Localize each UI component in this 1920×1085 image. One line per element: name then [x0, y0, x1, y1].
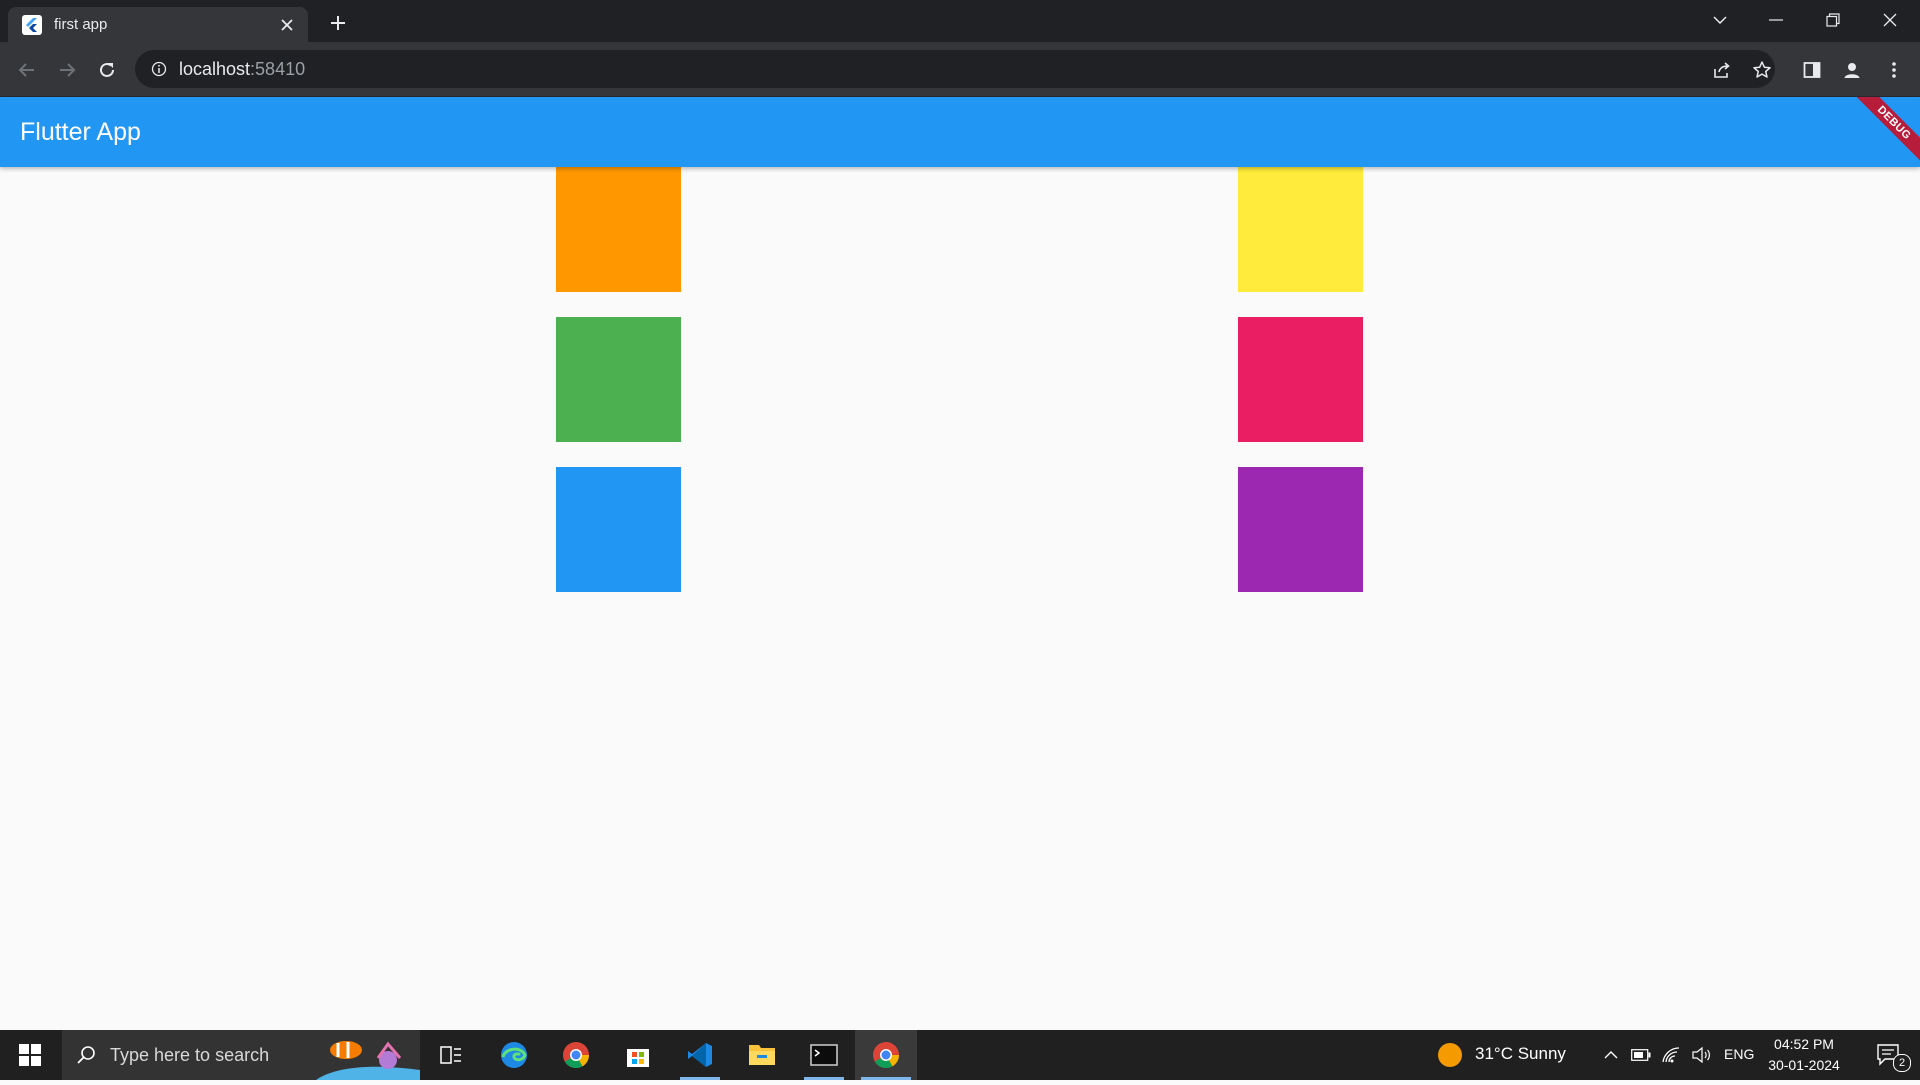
site-info-icon[interactable]: [151, 61, 167, 77]
address-bar[interactable]: localhost:58410: [135, 50, 1775, 88]
file-explorer-icon[interactable]: [736, 1030, 788, 1080]
profile-icon[interactable]: [1836, 54, 1868, 86]
app-bar: Flutter App: [0, 97, 1920, 167]
clock-time: 04:52 PM: [1774, 1036, 1834, 1052]
clock-date: 30-01-2024: [1768, 1057, 1840, 1073]
tab-search-chevron-icon[interactable]: [1692, 0, 1748, 40]
close-tab-icon[interactable]: [276, 14, 298, 36]
share-icon[interactable]: [1706, 54, 1738, 86]
task-view-icon[interactable]: [426, 1030, 476, 1080]
close-window-icon[interactable]: [1862, 0, 1918, 40]
battery-icon[interactable]: [1628, 1030, 1654, 1080]
debug-banner: DEBUG: [1850, 97, 1920, 167]
chrome-icon[interactable]: [550, 1030, 602, 1080]
side-panel-icon[interactable]: [1796, 54, 1828, 86]
terminal-icon[interactable]: [798, 1030, 850, 1080]
weather-text[interactable]: 31°C Sunny: [1475, 1044, 1566, 1064]
notification-center-icon[interactable]: 2: [1864, 1030, 1914, 1080]
blue-box: [556, 467, 681, 592]
tab-title: first app: [54, 16, 108, 33]
bookmark-star-icon[interactable]: [1746, 54, 1778, 86]
weather-sun-icon[interactable]: [1434, 1030, 1466, 1080]
edge-browser-icon[interactable]: [488, 1030, 540, 1080]
browser-tab[interactable]: first app: [8, 7, 308, 42]
taskbar-search-box[interactable]: Type here to search: [62, 1030, 420, 1080]
url-host: localhost: [179, 58, 251, 79]
pink-box: [1238, 317, 1363, 442]
notification-count-badge: 2: [1893, 1054, 1911, 1072]
windows-taskbar: Type here to search 31°C Sunny ENG 04:52…: [0, 1030, 1920, 1080]
forward-icon[interactable]: [51, 54, 83, 86]
url-port: :58410: [250, 58, 306, 79]
search-placeholder: Type here to search: [110, 1044, 270, 1065]
input-language[interactable]: ENG: [1724, 1046, 1754, 1062]
chrome-active-icon[interactable]: [855, 1030, 917, 1080]
network-icon[interactable]: [1658, 1030, 1684, 1080]
restore-icon[interactable]: [1805, 0, 1861, 40]
debug-banner-label: DEBUG: [1850, 97, 1920, 167]
new-tab-icon[interactable]: [324, 9, 352, 37]
windows-start-icon[interactable]: [0, 1030, 60, 1080]
flutter-favicon-icon: [22, 14, 42, 35]
app-title: Flutter App: [20, 117, 141, 146]
vscode-icon[interactable]: [674, 1030, 726, 1080]
search-highlight-image: [316, 1030, 420, 1080]
taskbar-clock[interactable]: 04:52 PM 30-01-2024: [1766, 1034, 1842, 1076]
show-hidden-icons-chevron-icon[interactable]: [1599, 1030, 1623, 1080]
green-box: [556, 317, 681, 442]
menu-kebab-icon[interactable]: [1878, 54, 1910, 86]
reload-icon[interactable]: [91, 54, 123, 86]
orange-box: [556, 167, 681, 292]
minimize-icon[interactable]: [1748, 0, 1804, 40]
yellow-box: [1238, 167, 1363, 292]
back-icon[interactable]: [11, 54, 43, 86]
volume-icon[interactable]: [1688, 1030, 1714, 1080]
browser-tab-strip: first app: [0, 0, 1920, 42]
microsoft-store-icon[interactable]: [612, 1030, 664, 1080]
browser-toolbar: localhost:58410: [0, 42, 1920, 97]
search-icon: [76, 1045, 96, 1065]
purple-box: [1238, 467, 1363, 592]
